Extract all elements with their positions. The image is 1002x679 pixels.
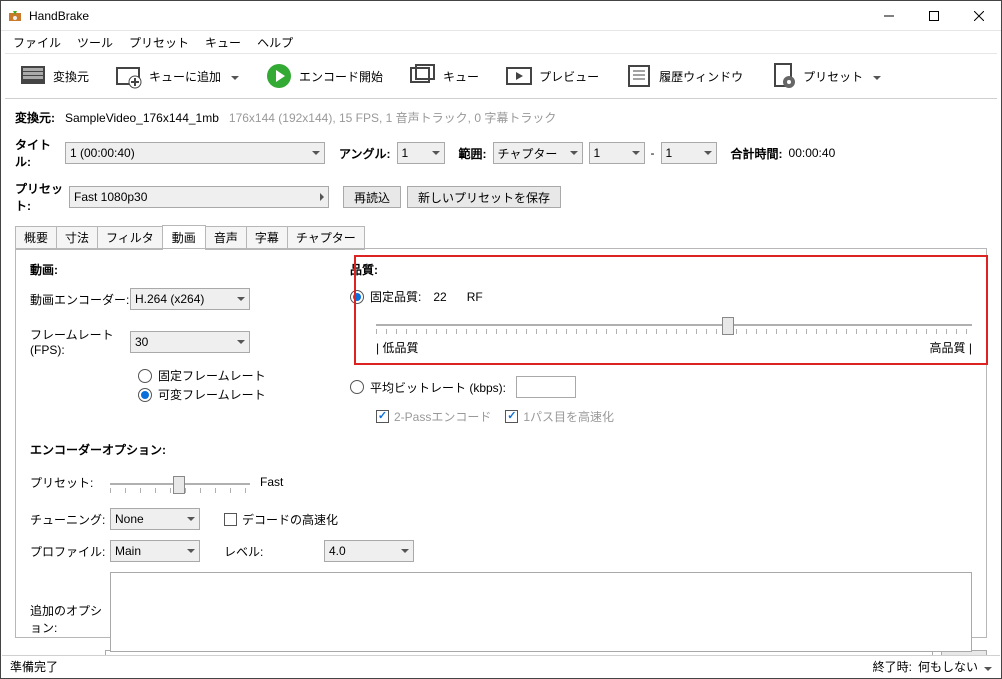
encopts-head: エンコーダーオプション: <box>30 441 972 458</box>
tab-video[interactable]: 動画 <box>162 225 206 249</box>
quality-low-label: | 低品質 <box>376 339 418 356</box>
profile-label: プロファイル: <box>30 543 110 560</box>
enc-preset-label: プリセット: <box>30 474 110 491</box>
history-button[interactable]: 履歴ウィンドウ <box>617 56 751 96</box>
preset-label: プリセット: <box>15 180 69 214</box>
preset-button[interactable]: プリセット <box>761 56 889 96</box>
save-new-preset-button[interactable]: 新しいプリセットを保存 <box>407 186 561 208</box>
quality-head: 品質: <box>350 261 972 278</box>
tab-filters[interactable]: フィルタ <box>97 226 163 250</box>
level-label: レベル: <box>224 543 324 560</box>
queue-button[interactable]: キュー <box>401 56 487 96</box>
tab-subtitle[interactable]: 字幕 <box>246 226 288 250</box>
tab-dimensions[interactable]: 寸法 <box>56 226 98 250</box>
source-name: SampleVideo_176x144_1mb <box>65 111 219 125</box>
menu-queue[interactable]: キュー <box>197 32 249 53</box>
cq-value: 22 <box>433 290 446 304</box>
video-head: 動画: <box>30 261 350 278</box>
encoder-label: 動画エンコーダー: <box>30 291 130 308</box>
fast-decode-checkbox[interactable] <box>224 513 237 526</box>
encoder-select[interactable]: H.264 (x264) <box>130 288 250 310</box>
range-label: 範囲: <box>459 145 487 162</box>
fps-select[interactable]: 30 <box>130 331 250 353</box>
menu-help[interactable]: ヘルプ <box>249 32 301 53</box>
turbo-checkbox[interactable] <box>505 410 518 423</box>
maximize-button[interactable] <box>911 1 956 30</box>
range-to-select[interactable]: 1 <box>661 142 717 164</box>
enc-preset-value: Fast <box>260 475 283 489</box>
tab-chapter[interactable]: チャプター <box>287 226 365 250</box>
avg-bitrate-radio[interactable] <box>350 380 364 394</box>
source-button[interactable]: 変換元 <box>11 56 97 96</box>
menu-file[interactable]: ファイル <box>5 32 69 53</box>
chevron-down-icon <box>867 69 881 83</box>
on-finish-select[interactable]: 何もしない <box>918 658 992 675</box>
extra-options-input[interactable] <box>110 572 972 652</box>
avg-bitrate-input[interactable] <box>516 376 576 398</box>
reload-button[interactable]: 再読込 <box>343 186 401 208</box>
profile-select[interactable]: Main <box>110 540 200 562</box>
tune-select[interactable]: None <box>110 508 200 530</box>
angle-label: アングル: <box>339 145 391 162</box>
menu-preset[interactable]: プリセット <box>121 32 197 53</box>
angle-select[interactable]: 1 <box>397 142 445 164</box>
level-select[interactable]: 4.0 <box>324 540 414 562</box>
menu-tool[interactable]: ツール <box>69 32 121 53</box>
constant-quality-radio[interactable] <box>350 290 364 304</box>
tab-audio[interactable]: 音声 <box>205 226 247 250</box>
window-title: HandBrake <box>29 9 866 23</box>
minimize-button[interactable] <box>866 1 911 30</box>
app-icon <box>7 8 23 24</box>
fps-label: フレームレート(FPS): <box>30 326 130 357</box>
cq-unit: RF <box>467 290 483 304</box>
range-mode-select[interactable]: チャプター <box>493 142 583 164</box>
start-encode-button[interactable]: エンコード開始 <box>257 56 391 96</box>
add-to-queue-button[interactable]: キューに追加 <box>107 56 247 96</box>
quality-slider[interactable] <box>376 315 972 335</box>
status-text: 準備完了 <box>10 658 58 675</box>
range-from-select[interactable]: 1 <box>589 142 645 164</box>
cfr-radio[interactable] <box>138 369 152 383</box>
tune-label: チューニング: <box>30 511 110 528</box>
twopass-checkbox[interactable] <box>376 410 389 423</box>
preset-select[interactable]: Fast 1080p30 <box>69 186 329 208</box>
chevron-down-icon <box>225 69 239 83</box>
preview-button[interactable]: プレビュー <box>497 56 607 96</box>
close-button[interactable] <box>956 1 1001 30</box>
vfr-radio[interactable] <box>138 388 152 402</box>
source-info: 176x144 (192x144), 15 FPS, 1 音声トラック, 0 字… <box>229 109 556 126</box>
title-label: タイトル: <box>15 136 65 170</box>
quality-high-label: 高品質 | <box>930 339 972 356</box>
total-value: 00:00:40 <box>789 146 836 160</box>
total-label: 合計時間: <box>731 145 783 162</box>
extra-label: 追加のオプション: <box>30 572 110 636</box>
tab-summary[interactable]: 概要 <box>15 226 57 250</box>
title-select[interactable]: 1 (00:00:40) <box>65 142 325 164</box>
enc-preset-slider[interactable] <box>110 474 250 494</box>
source-label: 変換元: <box>15 109 65 126</box>
